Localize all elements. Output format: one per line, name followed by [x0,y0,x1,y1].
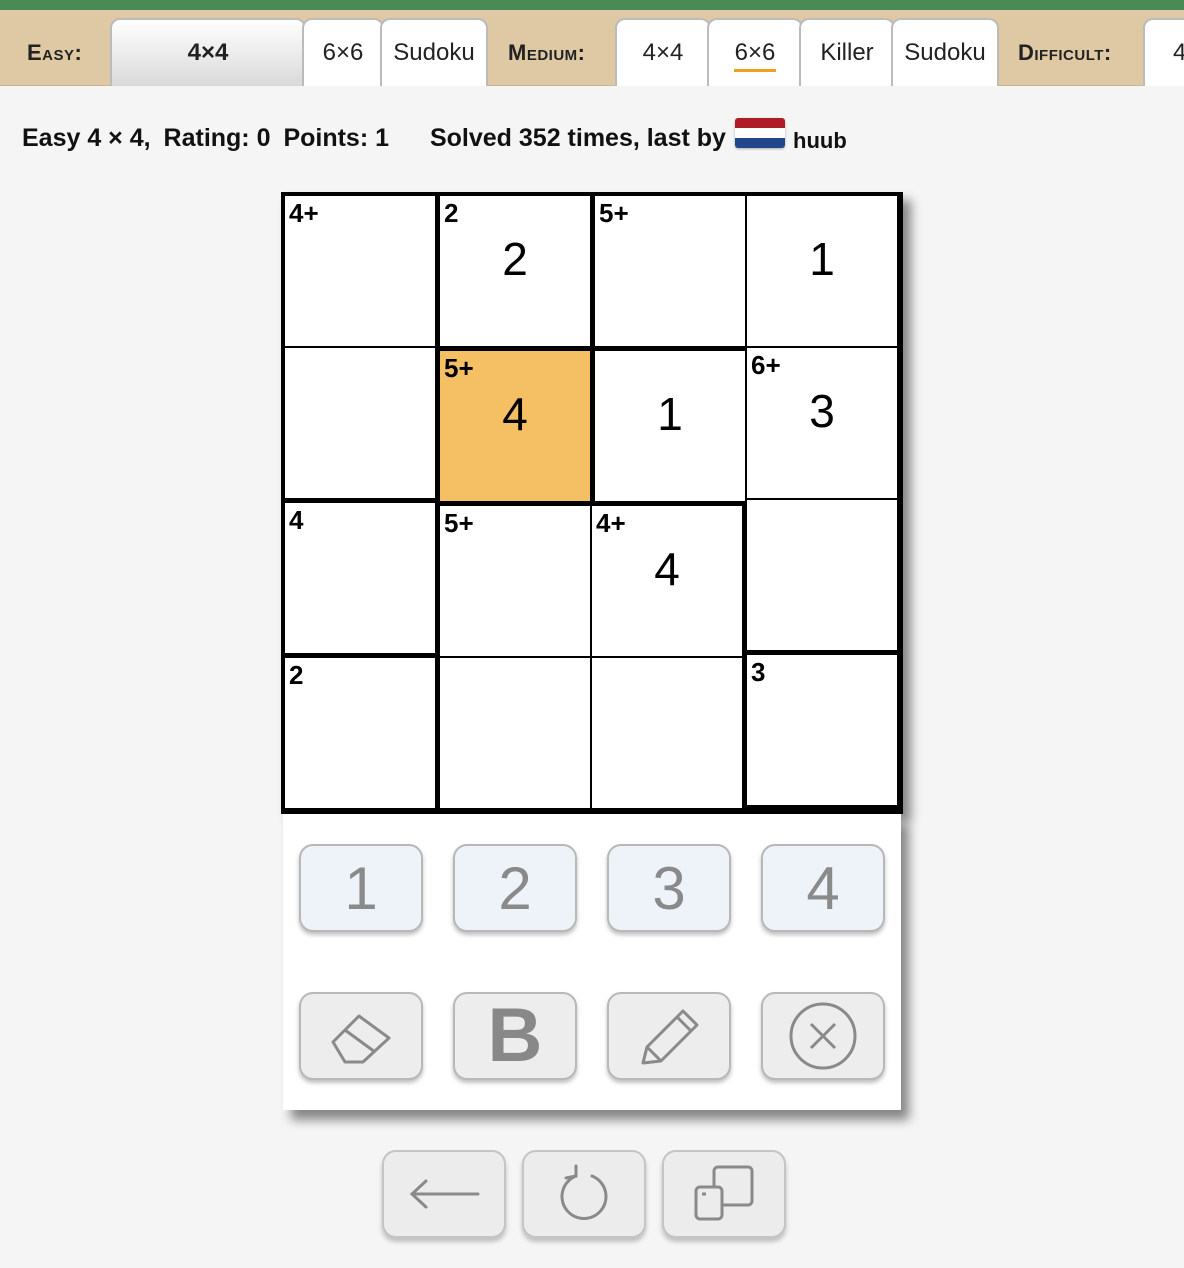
restart-icon [560,1164,608,1220]
cell-value: 4 [502,388,528,440]
tab-easy-4x4[interactable]: 4×4 [110,18,306,86]
pencil-icon [641,1009,699,1065]
cage-clue: 3 [751,657,766,687]
grid-cell[interactable] [440,658,590,808]
easy-section-label: Easy: [27,40,83,65]
difficulty-tab-bar: Easy: 4×4 6×6 Sudoku Medium: 4×4 6×6 Kil… [0,10,1184,86]
new-puzzle-icon [694,1165,754,1221]
cage-clue: 5+ [599,198,629,228]
grid-cell[interactable]: 4+ 4 [592,506,742,656]
clear-button[interactable] [761,992,885,1080]
cell-value: 1 [657,388,683,440]
last-solver-name: huub [793,128,847,153]
grid-cell[interactable] [747,500,897,650]
tab-difficult-partial[interactable]: 4 [1143,18,1184,86]
puzzle-title: Easy 4 × 4, [22,124,151,152]
grid-cell[interactable]: 22 [440,196,590,346]
clear-circle-x-icon [789,1002,857,1070]
grid-cell[interactable]: 4 [285,503,435,653]
tab-medium-4x4[interactable]: 4×4 [615,18,711,86]
grid-cell[interactable] [592,658,742,808]
eraser-button[interactable] [299,992,423,1080]
cage-clue: 2 [289,660,304,690]
tab-easy-6x6[interactable]: 6×6 [302,18,384,86]
grid-cell[interactable]: 2 [285,658,435,808]
cell-value: 2 [502,233,528,285]
puzzle-info: Easy 4 × 4, Rating: 0 Points: 1 Solved 3… [22,124,732,153]
cage-clue: 4+ [596,508,626,538]
grid-cell[interactable]: 6+ 3 [747,348,897,498]
netherlands-flag-icon [735,118,785,148]
cell-value: 4 [654,543,680,595]
cell-value: 3 [809,385,835,437]
difficult-section-label: Difficult: [1018,40,1112,65]
input-panel: 1 2 3 4 B [283,814,901,1110]
tab-medium-6x6[interactable]: 6×6 [707,18,803,86]
grid-cell[interactable]: 5+ [440,506,590,656]
bold-b-icon: B [487,993,543,1078]
eraser-icon [331,1014,391,1064]
top-accent-bar [0,0,1184,10]
grid-cell[interactable]: 3 [747,655,897,805]
new-puzzle-button[interactable] [662,1150,786,1238]
puzzle-points: Points: 1 [283,124,390,152]
grid-cell[interactable]: 4+ [285,196,435,346]
tab-easy-sudoku[interactable]: Sudoku [380,18,488,86]
tab-medium-killer[interactable]: Killer [799,18,895,86]
cage-clue: 4 [289,505,304,535]
tab-underline-indicator [734,69,776,72]
cage-clue: 6+ [751,350,781,380]
medium-section-label: Medium: [508,40,586,65]
back-button[interactable] [382,1150,506,1238]
number-key-2[interactable]: 2 [453,844,577,932]
cage-clue: 5+ [444,353,474,383]
tab-medium-6x6-label: 6×6 [734,39,776,66]
cage-clue: 5+ [444,508,474,538]
back-arrow-icon [409,1179,480,1209]
grid-cell[interactable]: 1 [747,196,897,346]
grid-cell[interactable] [285,348,435,498]
grid-cell[interactable]: 5+ 4 [440,351,590,501]
grid-cell[interactable]: 5+ [595,196,745,346]
cell-value: 1 [809,233,835,285]
pencil-button[interactable] [607,992,731,1080]
bold-button[interactable]: B [453,992,577,1080]
puzzle-rating: Rating: 0 [163,124,271,152]
solved-count: Solved 352 times, last by [429,124,726,152]
number-key-3[interactable]: 3 [607,844,731,932]
restart-button[interactable] [522,1150,646,1238]
grid-cell[interactable]: 1 [595,351,745,501]
puzzle-grid: 4+ 2 2 5+ 1 5+ 4 1 6+ 3 4 5+ 4+ 4 2 3 [281,192,903,814]
tab-medium-sudoku[interactable]: Sudoku [891,18,999,86]
cage-clue: 4+ [289,198,319,228]
number-key-1[interactable]: 1 [299,844,423,932]
number-key-4[interactable]: 4 [761,844,885,932]
cage-clue: 2 [444,198,459,228]
